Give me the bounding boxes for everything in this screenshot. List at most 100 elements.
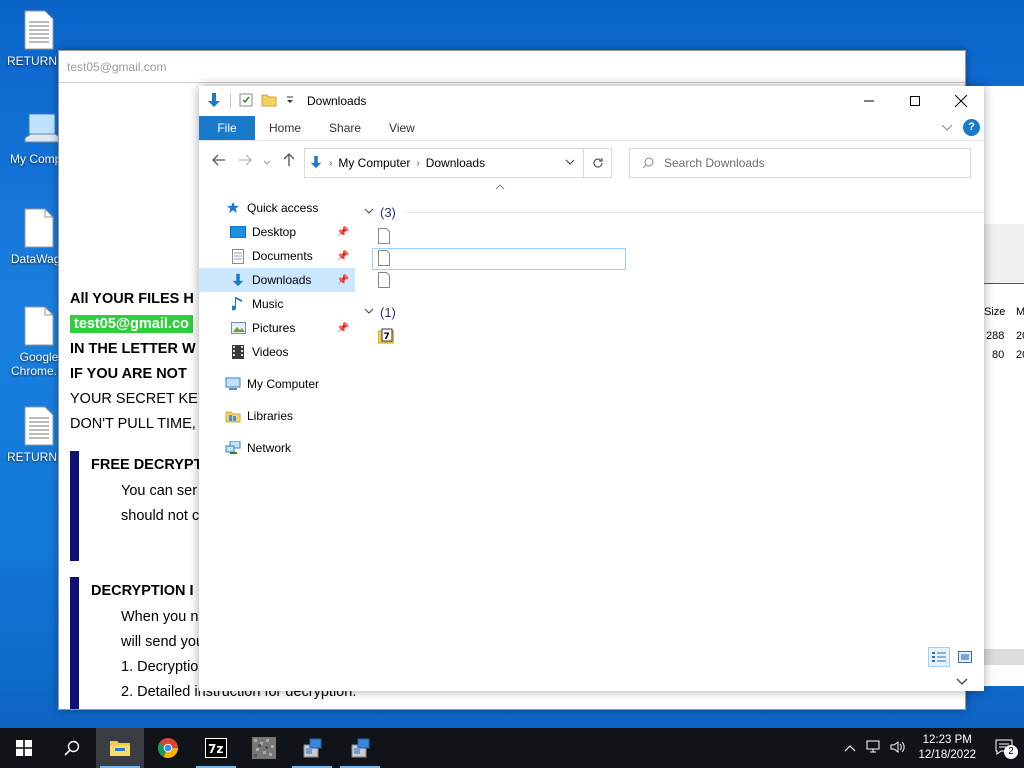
show-hidden-icons-chevron-icon[interactable] [838, 741, 862, 755]
nav-label: Videos [252, 345, 289, 359]
svg-text:7z: 7z [208, 742, 223, 756]
taskbar-installer-2[interactable] [336, 728, 384, 768]
collapse-arrow-icon[interactable] [495, 179, 505, 193]
scroll-down-chevron-icon[interactable] [956, 675, 968, 689]
nav-videos[interactable]: Videos [199, 340, 355, 364]
taskbar-app-generic[interactable] [240, 728, 288, 768]
search-input[interactable]: Search Downloads [629, 148, 971, 178]
group-count: (3) [380, 204, 396, 220]
nav-label: Music [252, 297, 284, 311]
file-explorer-window[interactable]: Downloads File Home Share View ? › My Co… [199, 86, 984, 691]
details-view-icon[interactable] [928, 647, 950, 667]
taskbar-7zip[interactable]: 7z [192, 728, 240, 768]
large-icons-view-icon[interactable] [954, 647, 976, 667]
breadcrumb-downloads[interactable]: Downloads [426, 156, 485, 170]
nav-label: Documents [252, 249, 313, 263]
videos-icon [230, 344, 246, 360]
text-file-icon [23, 10, 55, 50]
chevron-right-icon[interactable]: › [416, 158, 419, 169]
column-header-size[interactable]: Size [984, 306, 1005, 318]
chrome-icon [157, 738, 178, 758]
list-item[interactable] [372, 248, 626, 270]
explorer-titlebar[interactable]: Downloads [199, 86, 984, 116]
chevron-down-icon[interactable] [364, 307, 380, 318]
note-email-highlight[interactable]: test05@gmail.co [70, 315, 193, 333]
volume-icon[interactable] [886, 740, 910, 757]
start-button[interactable] [0, 728, 48, 768]
blank-file-icon [378, 227, 390, 247]
chevron-right-icon[interactable]: › [329, 158, 332, 169]
refresh-icon [592, 158, 603, 168]
7zip-archive-icon: 7 [377, 328, 395, 347]
desktop-icon [230, 224, 246, 240]
group-header[interactable]: (1) [364, 298, 984, 326]
taskbar-chrome[interactable] [144, 728, 192, 768]
list-item[interactable] [364, 226, 984, 248]
search-button[interactable] [48, 728, 96, 768]
horizontal-scrollbar[interactable] [984, 649, 1024, 665]
network-icon[interactable] [862, 740, 886, 757]
chevron-down-icon[interactable] [565, 158, 575, 169]
computer-icon [23, 108, 62, 148]
group-header[interactable]: (3) [364, 198, 984, 226]
cell-m: 20 [1016, 330, 1024, 342]
back-arrow-icon[interactable] [207, 153, 231, 170]
tab-share[interactable]: Share [315, 116, 375, 140]
customize-qat-icon[interactable] [285, 94, 295, 108]
star-icon [225, 200, 241, 216]
notification-count-badge: 2 [1004, 744, 1018, 759]
recent-locations-chevron-icon[interactable] [259, 153, 275, 170]
help-icon[interactable]: ? [963, 119, 980, 136]
search-placeholder: Search Downloads [664, 156, 765, 170]
pin-icon[interactable]: 📌 [337, 251, 349, 262]
system-tray: 12:23 PM 12/18/2022 2 [838, 728, 1024, 768]
chevron-down-icon[interactable] [364, 207, 380, 218]
up-arrow-icon[interactable] [277, 152, 301, 170]
refresh-button[interactable] [584, 148, 612, 178]
documents-icon [230, 248, 246, 264]
minimize-button[interactable] [846, 86, 892, 116]
list-item[interactable] [364, 270, 984, 292]
clock[interactable]: 12:23 PM 12/18/2022 [910, 733, 984, 763]
address-row: › My Computer › Downloads Search Downloa… [199, 141, 984, 181]
cell-size: 80 [992, 349, 1005, 361]
nav-label: Quick access [247, 201, 319, 215]
search-icon [64, 740, 80, 756]
forward-arrow-icon[interactable] [233, 153, 257, 170]
list-item[interactable]: 7 [364, 326, 984, 348]
nav-my-computer[interactable]: My Computer [199, 372, 355, 396]
nav-desktop[interactable]: Desktop 📌 [199, 220, 355, 244]
computer-icon [225, 376, 241, 392]
noise-app-icon [252, 737, 276, 759]
clock-date: 12/18/2022 [918, 749, 976, 761]
down-arrow-icon[interactable] [206, 92, 222, 111]
pictures-icon [230, 320, 246, 336]
maximize-button[interactable] [892, 86, 938, 116]
nav-quick-access[interactable]: Quick access [199, 196, 355, 220]
pin-icon[interactable]: 📌 [337, 275, 349, 286]
notifications-icon[interactable]: 2 [984, 739, 1024, 759]
tab-view[interactable]: View [375, 116, 429, 140]
close-button[interactable] [938, 86, 984, 116]
breadcrumb-my-computer[interactable]: My Computer [338, 156, 410, 170]
nav-music[interactable]: Music [199, 292, 355, 316]
nav-pictures[interactable]: Pictures 📌 [199, 316, 355, 340]
tab-home[interactable]: Home [255, 116, 315, 140]
taskbar-file-explorer[interactable] [96, 728, 144, 768]
tab-file[interactable]: File [199, 116, 255, 140]
pin-icon[interactable]: 📌 [337, 323, 349, 334]
expand-ribbon-icon[interactable] [941, 121, 953, 135]
clock-time: 12:23 PM [922, 734, 972, 746]
navigation-pane: Quick access Desktop 📌 Documents 📌 Downl… [199, 196, 355, 460]
properties-icon[interactable] [239, 93, 253, 110]
blank-file-icon [23, 208, 55, 248]
pin-icon[interactable]: 📌 [337, 227, 349, 238]
address-bar[interactable]: › My Computer › Downloads [304, 148, 584, 178]
taskbar-installer-1[interactable] [288, 728, 336, 768]
new-folder-icon[interactable] [261, 93, 277, 110]
nav-downloads[interactable]: Downloads 📌 [199, 268, 355, 292]
nav-libraries[interactable]: Libraries [199, 404, 355, 428]
nav-documents[interactable]: Documents 📌 [199, 244, 355, 268]
column-header-m[interactable]: M [1016, 306, 1024, 318]
nav-network[interactable]: Network [199, 436, 355, 460]
